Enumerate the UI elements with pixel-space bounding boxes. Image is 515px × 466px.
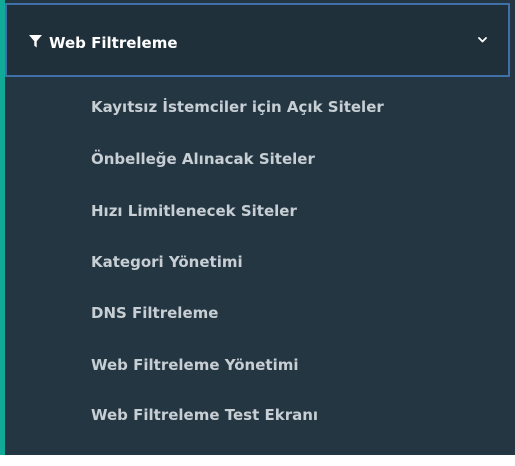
submenu: Kayıtsız İstemciler için Açık Siteler Ön… bbox=[0, 0, 515, 455]
submenu-item-dns-filtreleme[interactable]: DNS Filtreleme bbox=[91, 301, 218, 325]
sidebar: Web Filtreleme Kayıtsız İstemciler için … bbox=[0, 0, 515, 455]
submenu-item-web-filtreleme-test[interactable]: Web Filtreleme Test Ekranı bbox=[91, 403, 318, 427]
submenu-item-hizi-limitlenecek[interactable]: Hızı Limitlenecek Siteler bbox=[91, 199, 297, 223]
submenu-item-onbellege-alinacak[interactable]: Önbelleğe Alınacak Siteler bbox=[91, 147, 315, 171]
submenu-item-kategori-yonetimi[interactable]: Kategori Yönetimi bbox=[91, 250, 243, 274]
submenu-item-web-filtreleme-yonetimi[interactable]: Web Filtreleme Yönetimi bbox=[91, 353, 298, 377]
submenu-item-acik-siteler[interactable]: Kayıtsız İstemciler için Açık Siteler bbox=[91, 95, 384, 119]
page-background bbox=[0, 455, 515, 466]
